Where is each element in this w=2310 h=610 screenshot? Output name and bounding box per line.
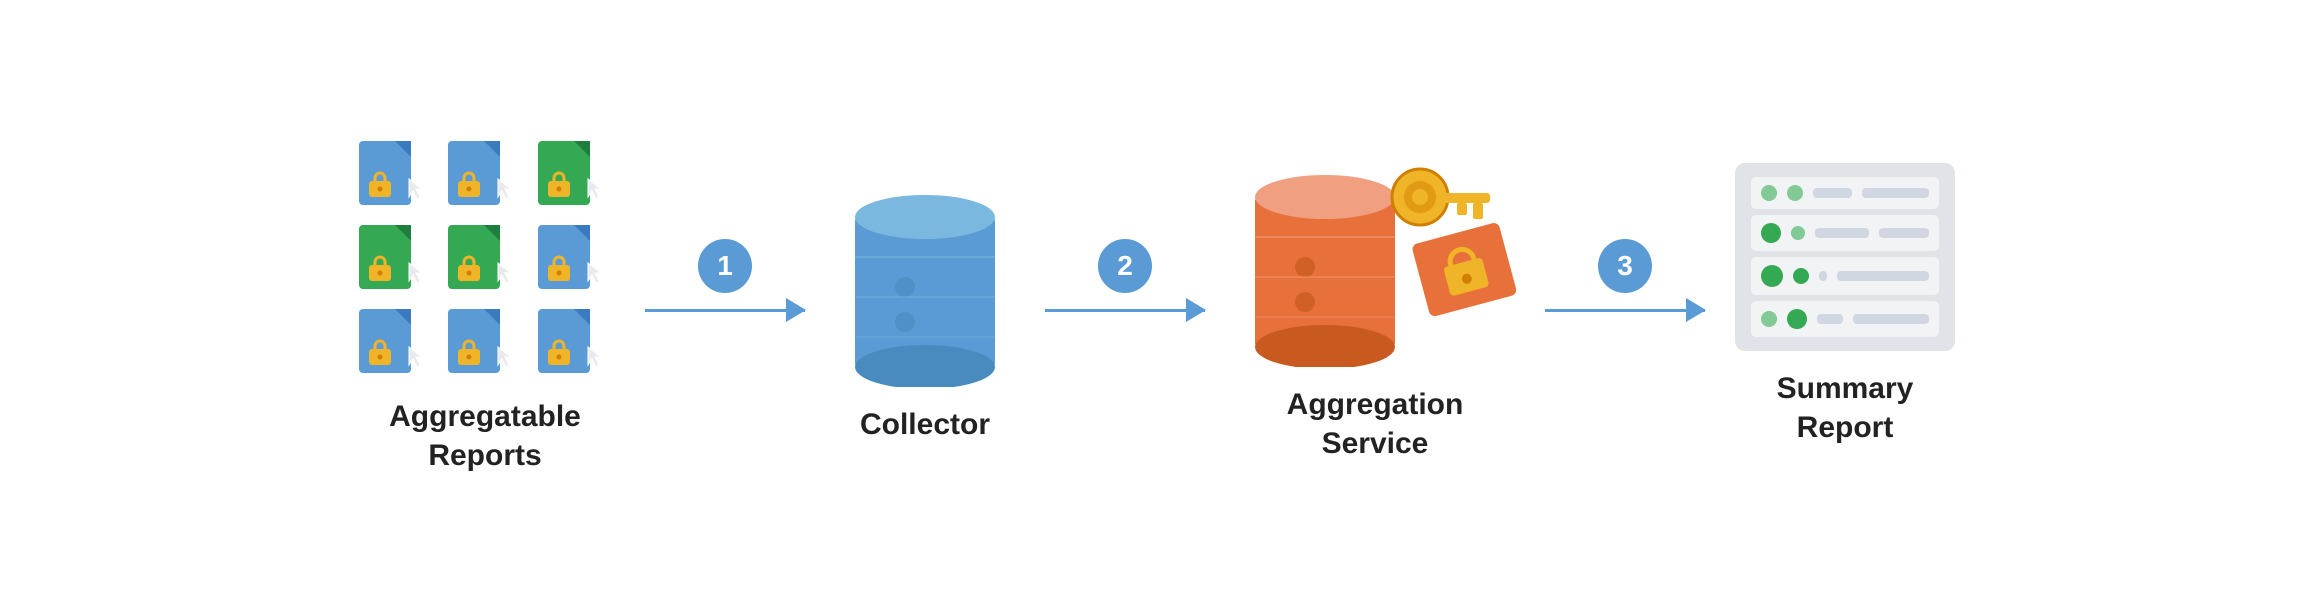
step-2-circle: 2 — [1098, 239, 1152, 293]
arrow-step-2: 2 — [1045, 239, 1205, 312]
summary-report-visual — [1735, 163, 1955, 351]
collector-db-icon — [835, 167, 1015, 387]
step-1-circle: 1 — [698, 239, 752, 293]
diagram: Aggregatable Reports 1 C — [0, 115, 2310, 495]
arrow-step-3: 3 — [1545, 239, 1705, 312]
step-3-circle: 3 — [1598, 239, 1652, 293]
arrow-3-shaft — [1545, 309, 1705, 312]
arrow-2-shaft — [1045, 309, 1205, 312]
agg-service-visual — [1235, 147, 1515, 367]
aggregatable-reports-label: Aggregatable Reports — [389, 397, 581, 475]
node-aggregatable-reports: Aggregatable Reports — [355, 135, 615, 475]
node-aggregation-service: Aggregation Service — [1235, 147, 1515, 463]
doc-icon — [444, 303, 520, 379]
doc-icon-green — [534, 135, 610, 211]
doc-icon — [534, 219, 610, 295]
aggregation-service-label: Aggregation Service — [1287, 385, 1464, 463]
doc-icon — [355, 135, 431, 211]
arrow-1-shaft — [645, 309, 805, 312]
doc-icon — [534, 303, 610, 379]
collector-label: Collector — [860, 405, 990, 444]
arrow-2-line — [1045, 309, 1205, 312]
doc-icon — [444, 135, 520, 211]
summary-report-label: Summary Report — [1777, 369, 1914, 447]
arrow-3-line — [1545, 309, 1705, 312]
arrow-step-1: 1 — [645, 239, 805, 312]
node-summary-report: Summary Report — [1735, 163, 1955, 447]
reports-grid — [355, 135, 615, 379]
arrow-1-line — [645, 309, 805, 312]
doc-icon-green — [444, 219, 520, 295]
doc-icon-green — [355, 219, 431, 295]
node-collector: Collector — [835, 167, 1015, 444]
doc-icon — [355, 303, 431, 379]
